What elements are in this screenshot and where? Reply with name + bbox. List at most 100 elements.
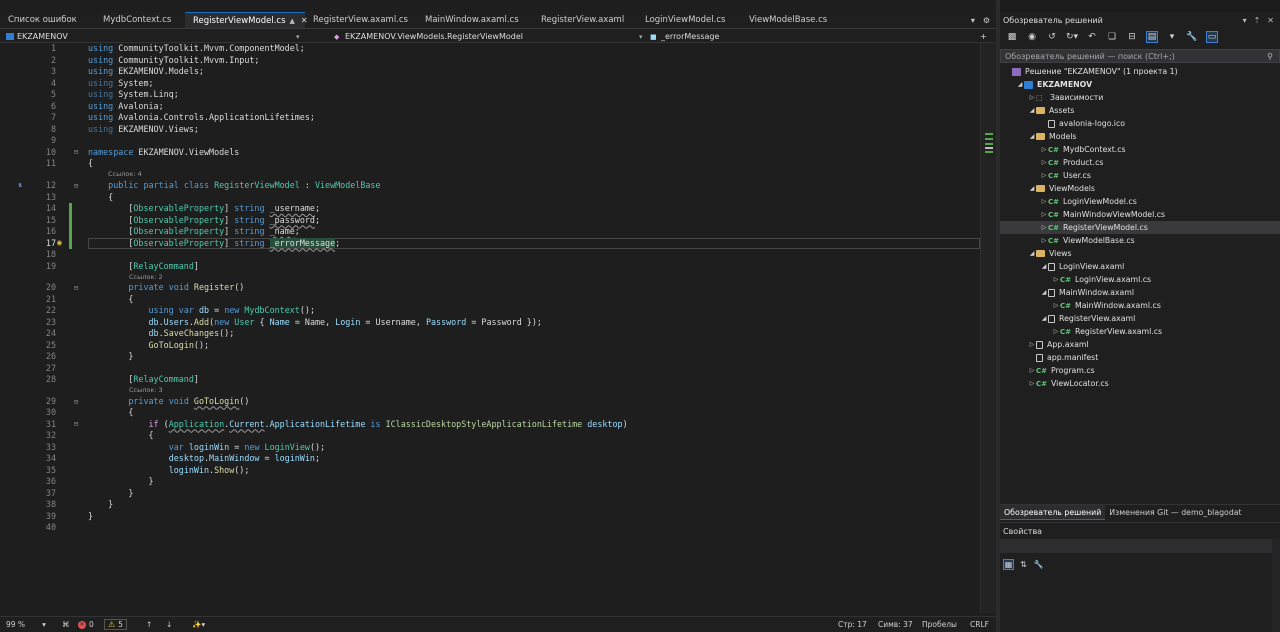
tree-item[interactable]: ◢ ViewModels <box>1000 182 1280 195</box>
line-indicator[interactable]: Стр: 17 <box>838 617 867 632</box>
arrow-down-icon[interactable]: ↓ <box>166 617 172 632</box>
preview-icon[interactable]: ▭ <box>1206 31 1218 43</box>
collapsed-arrow-icon[interactable]: ▷ <box>1040 211 1048 218</box>
doc-tab-loginviewmodel[interactable]: LoginViewModel.cs <box>637 12 741 28</box>
chevron-down-icon[interactable]: ▾ <box>1166 31 1178 43</box>
collapsed-arrow-icon[interactable]: ▷ <box>1028 380 1036 387</box>
expanded-arrow-icon[interactable]: ◢ <box>1040 263 1048 270</box>
collapsed-arrow-icon[interactable]: ▷ <box>1040 237 1048 244</box>
doc-tab-mainwindow-axaml-cs[interactable]: MainWindow.axaml.cs <box>417 12 533 28</box>
solution-search-input[interactable]: Обозреватель решений — поиск (Ctrl+;) ⚲ <box>1000 49 1280 63</box>
pin-icon[interactable]: ⇡ <box>1254 16 1261 25</box>
tree-item[interactable]: ▷ C# User.cs <box>1000 169 1280 182</box>
codelens-references[interactable]: Ссылок: 2 <box>129 273 163 282</box>
show-all-files-icon[interactable]: ▤ <box>1146 31 1158 43</box>
health-icon[interactable]: ⌘ <box>62 617 70 632</box>
code-editor[interactable]: 1 using CommunityToolkit.Mvvm.ComponentMo… <box>0 43 980 613</box>
tree-item[interactable]: ◢ Views <box>1000 247 1280 260</box>
tab-solution-explorer[interactable]: Обозреватель решений <box>1000 505 1106 520</box>
tree-item[interactable]: ◢ MainWindow.axaml <box>1000 286 1280 299</box>
collapsed-arrow-icon[interactable]: ▷ <box>1040 146 1048 153</box>
switch-views-icon[interactable]: ▩ <box>1006 31 1018 43</box>
chevron-down-icon[interactable]: ▾ <box>971 16 975 25</box>
collapsed-arrow-icon[interactable]: ▷ <box>1052 328 1060 335</box>
tree-item[interactable]: ▷ C# Product.cs <box>1000 156 1280 169</box>
doc-tab-registerview-axaml[interactable]: RegisterView.axaml <box>533 12 637 28</box>
project-dropdown[interactable]: EKZAMENOV ▾ <box>6 30 306 43</box>
tree-item[interactable]: ◢ Assets <box>1000 104 1280 117</box>
tree-item[interactable]: ▷ C# LoginViewModel.cs <box>1000 195 1280 208</box>
collapsed-arrow-icon[interactable]: ▷ <box>1040 198 1048 205</box>
tree-item[interactable]: ▷ C# RegisterView.axaml.cs <box>1000 325 1280 338</box>
tree-item[interactable]: ◢ Models <box>1000 130 1280 143</box>
column-indicator[interactable]: Симв: 37 <box>878 617 913 632</box>
whitespace-indicator[interactable]: Пробелы <box>922 617 957 632</box>
collapsed-arrow-icon[interactable]: ▷ <box>1040 159 1048 166</box>
expanded-arrow-icon[interactable]: ◢ <box>1028 185 1036 192</box>
type-dropdown[interactable]: ◆ EKZAMENOV.ViewModels.RegisterViewModel… <box>334 30 644 43</box>
expanded-arrow-icon[interactable]: ◢ <box>1028 133 1036 140</box>
tree-item[interactable]: ▷ C# Program.cs <box>1000 364 1280 377</box>
properties-wrench-icon[interactable]: 🔧 <box>1186 31 1198 43</box>
collapsed-arrow-icon[interactable]: ▷ <box>1028 341 1036 348</box>
tree-item[interactable]: ▷ App.axaml <box>1000 338 1280 351</box>
member-dropdown[interactable]: ■ _errorMessage <box>650 30 970 43</box>
tree-item[interactable]: app.manifest <box>1000 351 1280 364</box>
zoom-dropdown[interactable]: 99 % ▾ <box>6 617 46 632</box>
eol-indicator[interactable]: CRLF <box>970 617 989 632</box>
expanded-arrow-icon[interactable]: ◢ <box>1028 250 1036 257</box>
expanded-arrow-icon[interactable]: ◢ <box>1028 107 1036 114</box>
close-icon[interactable]: ✕ <box>1267 16 1274 25</box>
search-icon[interactable]: ⚲ <box>1267 52 1273 61</box>
tab-git-changes[interactable]: Изменения Git — demo_blagodat <box>1105 505 1245 520</box>
settings-icon[interactable]: ⚙ <box>983 16 990 25</box>
expanded-arrow-icon[interactable]: ◢ <box>1040 289 1048 296</box>
doc-tab-registerview-axaml-cs[interactable]: RegisterView.axaml.cs <box>305 12 417 28</box>
tree-item[interactable]: ▷ C# RegisterViewModel.cs <box>1000 221 1280 234</box>
expanded-arrow-icon[interactable]: ◢ <box>1040 315 1048 322</box>
tree-item[interactable]: ▷ C# MainWindow.axaml.cs <box>1000 299 1280 312</box>
codelens-references[interactable]: Ссылок: 3 <box>129 386 163 395</box>
warning-count[interactable]: ⚠ 5 <box>104 617 127 632</box>
sync-icon[interactable]: ↺ <box>1046 31 1058 43</box>
properties-scrollbar[interactable] <box>1272 539 1280 632</box>
property-pages-icon[interactable]: 🔧 <box>1033 559 1044 570</box>
collapsed-arrow-icon[interactable]: ▷ <box>1052 302 1060 309</box>
tree-item[interactable]: Решение "EKZAMENOV" (1 проекта 1) <box>1000 65 1280 78</box>
collapsed-arrow-icon[interactable]: ▷ <box>1040 224 1048 231</box>
collapsed-arrow-icon[interactable]: ▷ <box>1052 276 1060 283</box>
tree-item[interactable]: avalonia-logo.ico <box>1000 117 1280 130</box>
tree-item[interactable]: ▷ C# MainWindowViewModel.cs <box>1000 208 1280 221</box>
tree-item[interactable]: ◢ RegisterView.axaml <box>1000 312 1280 325</box>
collapsed-arrow-icon[interactable]: ▷ <box>1028 94 1036 101</box>
tree-item[interactable]: ▷ C# ViewModelBase.cs <box>1000 234 1280 247</box>
arrow-up-icon[interactable]: ↑ <box>146 617 152 632</box>
home-icon[interactable]: ◉ <box>1026 31 1038 43</box>
tree-item[interactable]: ◢ EKZAMENOV <box>1000 78 1280 91</box>
collapse-all-icon[interactable]: ⊟ <box>1126 31 1138 43</box>
tree-item[interactable]: ▷ C# LoginView.axaml.cs <box>1000 273 1280 286</box>
tree-item[interactable]: ▷ C# ViewLocator.cs <box>1000 377 1280 390</box>
collapsed-arrow-icon[interactable]: ▷ <box>1028 367 1036 374</box>
doc-tab-viewmodelbase[interactable]: ViewModelBase.cs <box>741 12 841 28</box>
pin-icon[interactable]: ▲ <box>290 17 295 25</box>
tree-item[interactable]: ◢ LoginView.axaml <box>1000 260 1280 273</box>
collapsed-arrow-icon[interactable]: ▷ <box>1040 172 1048 179</box>
categorized-icon[interactable]: ▦ <box>1003 558 1014 570</box>
split-icon[interactable]: + <box>980 30 987 43</box>
pending-changes-filter-icon[interactable]: ↻▾ <box>1066 31 1078 43</box>
brush-icon[interactable]: ✨▾ <box>192 617 205 632</box>
properties-object-select[interactable] <box>1000 539 1280 553</box>
chevron-down-icon[interactable]: ▾ <box>1243 16 1247 25</box>
refresh-icon[interactable]: ↶ <box>1086 31 1098 43</box>
new-window-icon[interactable]: ❏ <box>1106 31 1118 43</box>
tree-item[interactable]: ▷ C# MydbContext.cs <box>1000 143 1280 156</box>
codelens-references[interactable]: Ссылок: 4 <box>108 170 142 179</box>
doc-tab-registerviewmodel[interactable]: RegisterViewModel.cs ▲ ✕ <box>185 12 308 28</box>
doc-tab-error-list[interactable]: Список ошибок <box>0 12 95 28</box>
doc-tab-mydbcontext[interactable]: MydbContext.cs <box>95 12 185 28</box>
editor-scrollbar[interactable] <box>980 43 996 613</box>
alphabetical-icon[interactable]: ⇅ <box>1018 559 1029 570</box>
expanded-arrow-icon[interactable]: ◢ <box>1016 81 1024 88</box>
tree-item[interactable]: ▷ ⬚ Зависимости <box>1000 91 1280 104</box>
